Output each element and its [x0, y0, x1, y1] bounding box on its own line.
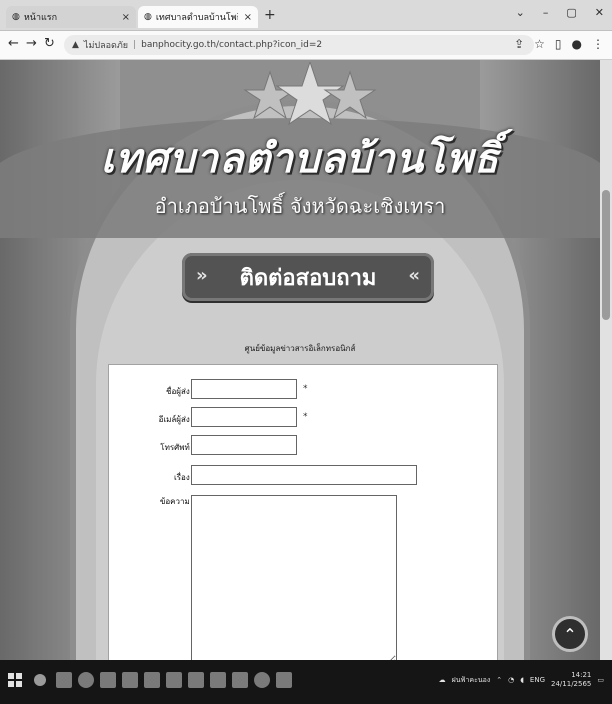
- contact-banner-label: ติดต่อสอบถาม: [239, 265, 377, 291]
- menu-kebab-icon[interactable]: ⋮: [592, 37, 604, 51]
- app-icon[interactable]: [276, 672, 292, 688]
- subject-field[interactable]: [191, 465, 417, 485]
- maximize-icon[interactable]: ▢: [566, 6, 576, 19]
- new-tab-button[interactable]: +: [264, 7, 276, 23]
- system-tray: ☁ ฝนฟ้าคะนอง ⌃ ◔ ◖ ENG 14:21 24/11/2565 …: [439, 671, 604, 689]
- contact-form: ชื่อผู้ส่ง : * อีเมล์ผู้ส่ง : * โทรศัพท์…: [108, 364, 498, 660]
- app-icon[interactable]: [232, 672, 248, 688]
- forward-icon[interactable]: →: [26, 36, 37, 51]
- site-subtitle: อำเภอบ้านโพธิ์ จังหวัดฉะเชิงเทรา: [154, 194, 446, 218]
- tab-bar: ◍ หน้าแรก × ◍ เทศบาลตำบลบ้านโพธิ์ อ.บ้าน…: [0, 0, 612, 31]
- form-row-email: อีเมล์ผู้ส่ง : *: [109, 407, 497, 429]
- scroll-to-top-button[interactable]: ⌃: [552, 616, 588, 652]
- chevron-up-icon: ⌃: [563, 624, 577, 644]
- sidebar-icon[interactable]: ▯: [555, 37, 562, 51]
- email-field[interactable]: [191, 407, 297, 427]
- bookmark-star-icon[interactable]: ☆: [534, 37, 545, 51]
- tab-title: เทศบาลตำบลบ้านโพธิ์ อ.บ้านโพธิ์ จ.ฉ: [155, 13, 238, 23]
- form-row-phone: โทรศัพท์ :: [109, 435, 497, 457]
- share-icon[interactable]: ⇪: [514, 37, 524, 51]
- message-field[interactable]: [191, 495, 397, 660]
- required-mark: *: [303, 412, 308, 422]
- page-scrollbar[interactable]: [600, 60, 612, 660]
- app-icon[interactable]: [166, 672, 182, 688]
- globe-icon: ◍: [12, 12, 20, 22]
- word-icon[interactable]: [122, 672, 138, 688]
- profile-avatar-icon[interactable]: ●: [572, 37, 582, 51]
- form-row-name: ชื่อผู้ส่ง : *: [109, 379, 497, 401]
- network-icon[interactable]: ◔: [508, 676, 514, 684]
- store-icon[interactable]: [188, 672, 204, 688]
- chevron-right-icon: »: [196, 265, 208, 286]
- page-viewport: เทศบาลตำบลบ้านโพธิ์ อำเภอบ้านโพธิ์ จังหว…: [0, 60, 600, 660]
- form-row-subject: เรื่อง :: [109, 465, 497, 487]
- url-text: banphocity.go.th/contact.php?icon_id=2: [141, 40, 323, 50]
- tab-contact[interactable]: ◍ เทศบาลตำบลบ้านโพธิ์ อ.บ้านโพธิ์ จ.ฉ ×: [138, 6, 258, 28]
- phone-field[interactable]: [191, 435, 297, 455]
- photos-icon[interactable]: [210, 672, 226, 688]
- phone-label: โทรศัพท์ :: [160, 443, 195, 452]
- reload-icon[interactable]: ↻: [44, 36, 55, 51]
- language-indicator[interactable]: ENG: [530, 676, 545, 684]
- notification-icon[interactable]: ▭: [597, 676, 604, 684]
- star-decoration-icon: [243, 62, 377, 126]
- tab-title: หน้าแรก: [23, 13, 58, 23]
- tab-home[interactable]: ◍ หน้าแรก ×: [6, 6, 136, 28]
- back-icon[interactable]: ←: [8, 36, 19, 51]
- windows-start-icon[interactable]: [8, 673, 22, 687]
- scrollbar-thumb[interactable]: [602, 190, 610, 320]
- address-bar: ← → ↻ ▲ ไม่ปลอดภัย | banphocity.go.th/co…: [0, 31, 612, 60]
- security-label: ไม่ปลอดภัย: [83, 41, 129, 51]
- info-heading: ศูนย์ข้อมูลข่าวสารอิเล็กทรอนิกส์: [244, 344, 356, 353]
- close-window-icon[interactable]: ✕: [595, 6, 604, 19]
- mail-icon[interactable]: [144, 672, 160, 688]
- edge-browser-icon[interactable]: [78, 672, 94, 688]
- time: 14:21: [571, 671, 592, 679]
- weather-text: ฝนฟ้าคะนอง: [451, 675, 491, 684]
- minimize-icon[interactable]: –: [543, 6, 549, 19]
- search-icon[interactable]: [34, 674, 46, 686]
- task-view-icon[interactable]: [56, 672, 72, 688]
- name-label: ชื่อผู้ส่ง :: [166, 387, 195, 396]
- taskbar: ☁ ฝนฟ้าคะนอง ⌃ ◔ ◖ ENG 14:21 24/11/2565 …: [0, 660, 612, 704]
- required-mark: *: [303, 384, 308, 394]
- chevron-up-icon[interactable]: ⌃: [496, 676, 502, 684]
- chevron-down-icon[interactable]: ⌄: [516, 6, 525, 19]
- file-explorer-icon[interactable]: [100, 672, 116, 688]
- warning-icon: ▲: [72, 40, 79, 50]
- clock[interactable]: 14:21 24/11/2565: [551, 671, 591, 689]
- close-tab-icon[interactable]: ×: [122, 12, 130, 23]
- browser-actions: ⇪ ☆ ▯ ● ⋮: [514, 37, 604, 51]
- chevron-left-icon: «: [408, 265, 420, 286]
- screenshot-frame: ◍ หน้าแรก × ◍ เทศบาลตำบลบ้านโพธิ์ อ.บ้าน…: [0, 0, 612, 704]
- weather-icon[interactable]: ☁: [439, 676, 446, 684]
- contact-banner: » ติดต่อสอบถาม «: [182, 253, 434, 301]
- window-controls: ⌄ – ▢ ✕: [516, 6, 604, 19]
- url-field[interactable]: ▲ ไม่ปลอดภัย | banphocity.go.th/contact.…: [64, 35, 534, 55]
- message-label: ข้อความ :: [159, 497, 195, 506]
- name-field[interactable]: [191, 379, 297, 399]
- email-label: อีเมล์ผู้ส่ง :: [158, 415, 195, 424]
- globe-icon: ◍: [144, 12, 152, 22]
- volume-icon[interactable]: ◖: [520, 676, 524, 684]
- site-title: เทศบาลตำบลบ้านโพธิ์: [100, 136, 500, 182]
- date: 24/11/2565: [551, 680, 592, 688]
- chrome-icon[interactable]: [254, 672, 270, 688]
- close-tab-icon[interactable]: ×: [244, 12, 252, 23]
- subject-label: เรื่อง :: [174, 473, 195, 482]
